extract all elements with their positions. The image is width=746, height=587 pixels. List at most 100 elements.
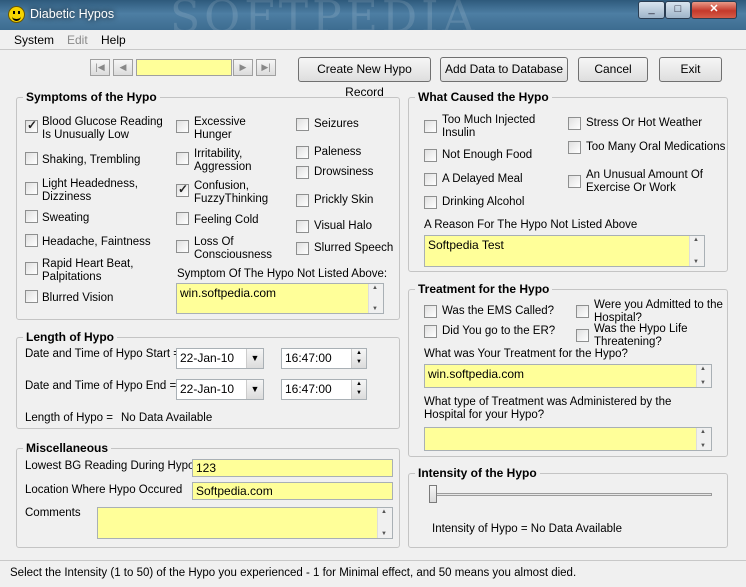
minimize-button[interactable]: _ [638,1,665,19]
other-symptom-scrollbar[interactable] [368,284,383,313]
record-navigator-field[interactable] [136,59,232,76]
cause-checkbox[interactable] [568,175,581,188]
lowest-bg-field[interactable]: 123 [192,459,393,477]
menu-help[interactable]: Help [101,33,126,47]
intensity-slider-thumb[interactable] [429,485,437,503]
start-time-stepper[interactable]: 16:47:00 ▲ ▼ [281,348,367,369]
cause-checkbox[interactable] [568,117,581,130]
misc-title: Miscellaneous [23,441,112,455]
smiley-app-icon [8,6,25,23]
end-date-value: 22-Jan-10 [180,382,235,396]
length-group: Length of Hypo Date and Time of Hypo Sta… [16,330,400,429]
menu-bar: System Edit Help [0,30,746,50]
time-spin-icon[interactable]: ▲ ▼ [351,380,366,399]
misc-group: Miscellaneous Lowest BG Reading During H… [16,441,400,548]
symptom-checkbox[interactable] [176,120,189,133]
symptom-checkbox[interactable] [25,290,38,303]
symptom-label: Slurred Speech [314,242,394,254]
intensity-slider-track[interactable] [429,493,712,496]
symptom-checkbox[interactable] [25,182,38,195]
length-title: Length of Hypo [23,330,117,344]
symptom-checkbox[interactable] [25,234,38,247]
cause-label: An Unusual Amount Of Exercise Or Work [586,169,703,194]
other-symptom-label: Symptom Of The Hypo Not Listed Above: [177,268,388,280]
symptom-checkbox[interactable] [25,262,38,275]
nav-first-button[interactable]: |◀ [90,59,110,76]
hospital-treatment-field[interactable] [424,427,712,451]
location-field[interactable]: Softpedia.com [192,482,393,500]
symptom-checkbox[interactable] [176,212,189,225]
menu-system[interactable]: System [14,33,54,47]
add-to-database-button[interactable]: Add Data to Database [440,57,568,82]
cause-checkbox[interactable] [568,141,581,154]
other-symptom-field[interactable]: win.softpedia.com [176,283,384,314]
cause-checkbox[interactable] [424,120,437,133]
symptom-label: Headache, Faintness [42,236,151,248]
chevron-down-icon[interactable]: ▼ [246,349,263,368]
admitted-label: Were you Admitted to the Hospital? [594,299,723,324]
your-treatment-label: What was Your Treatment for the Hypo? [424,348,628,360]
your-treatment-scrollbar[interactable] [696,365,711,387]
ems-checkbox[interactable] [424,305,437,318]
symptom-label: Shaking, Trembling [42,154,141,166]
cause-checkbox[interactable] [424,149,437,162]
maximize-button[interactable]: □ [665,1,691,19]
close-button[interactable]: ✕ [691,1,737,19]
intensity-group: Intensity of the Hypo Intensity of Hypo … [408,466,728,548]
time-spin-icon[interactable]: ▲ ▼ [351,349,366,368]
symptom-checkbox[interactable] [25,118,38,133]
end-time-value: 16:47:00 [285,382,332,396]
symptom-checkbox[interactable] [296,166,309,179]
symptom-checkbox[interactable] [296,242,309,255]
treatment-group: Treatment for the Hypo Was the EMS Calle… [408,282,728,457]
symptom-label: Seizures [314,118,359,130]
location-label: Location Where Hypo Occured [25,484,183,496]
exit-button[interactable]: Exit [659,57,722,82]
create-record-button[interactable]: Create New Hypo Record [298,57,431,99]
symptom-checkbox[interactable] [25,210,38,223]
your-treatment-field[interactable]: win.softpedia.com [424,364,712,388]
symptom-checkbox[interactable] [296,220,309,233]
symptom-label: Light Headedness, Dizziness [42,178,138,203]
cause-checkbox[interactable] [424,173,437,186]
symptom-label: Paleness [314,146,362,158]
hospital-treatment-scrollbar[interactable] [696,428,711,450]
end-time-stepper[interactable]: 16:47:00 ▲ ▼ [281,379,367,400]
end-date-picker[interactable]: 22-Jan-10 ▼ [176,379,264,400]
reason-field[interactable]: Softpedia Test [424,235,705,267]
nav-next-button[interactable]: ▶ [233,59,253,76]
start-time-value: 16:47:00 [285,351,332,365]
start-date-picker[interactable]: 22-Jan-10 ▼ [176,348,264,369]
nav-prev-button[interactable]: ◀ [113,59,133,76]
symptom-checkbox[interactable] [25,152,38,165]
length-label: Length of Hypo = [25,412,113,424]
symptom-checkbox[interactable] [176,240,189,253]
symptom-checkbox[interactable] [296,194,309,207]
symptom-checkbox[interactable] [176,182,189,197]
title-bar[interactable]: Diabetic Hypos SOFTPEDIA _ □ ✕ [0,0,746,43]
hospital-treatment-label: What type of Treatment was Administered … [424,396,672,421]
cancel-button[interactable]: Cancel [578,57,648,82]
symptom-label: Prickly Skin [314,194,374,206]
er-checkbox[interactable] [424,325,437,338]
status-bar: Select the Intensity (1 to 50) of the Hy… [0,560,746,587]
cause-label: Drinking Alcohol [442,196,525,208]
symptom-checkbox[interactable] [176,152,189,165]
cause-checkbox[interactable] [424,196,437,209]
admitted-checkbox[interactable] [576,305,589,318]
reason-scrollbar[interactable] [689,236,704,266]
main-window: Diabetic Hypos SOFTPEDIA _ □ ✕ System Ed… [0,0,746,587]
menu-edit[interactable]: Edit [67,33,88,47]
threatening-checkbox[interactable] [576,329,589,342]
comments-scrollbar[interactable] [377,508,392,538]
nav-last-button[interactable]: ▶| [256,59,276,76]
chevron-down-icon[interactable]: ▼ [246,380,263,399]
comments-field[interactable] [97,507,393,539]
symptom-checkbox[interactable] [296,118,309,131]
cause-label: Stress Or Hot Weather [586,117,703,129]
treatment-title: Treatment for the Hypo [415,282,553,296]
symptom-checkbox[interactable] [296,146,309,159]
your-treatment-value: win.softpedia.com [428,367,525,381]
er-label: Did You go to the ER? [442,325,556,337]
length-value: No Data Available [121,412,213,424]
